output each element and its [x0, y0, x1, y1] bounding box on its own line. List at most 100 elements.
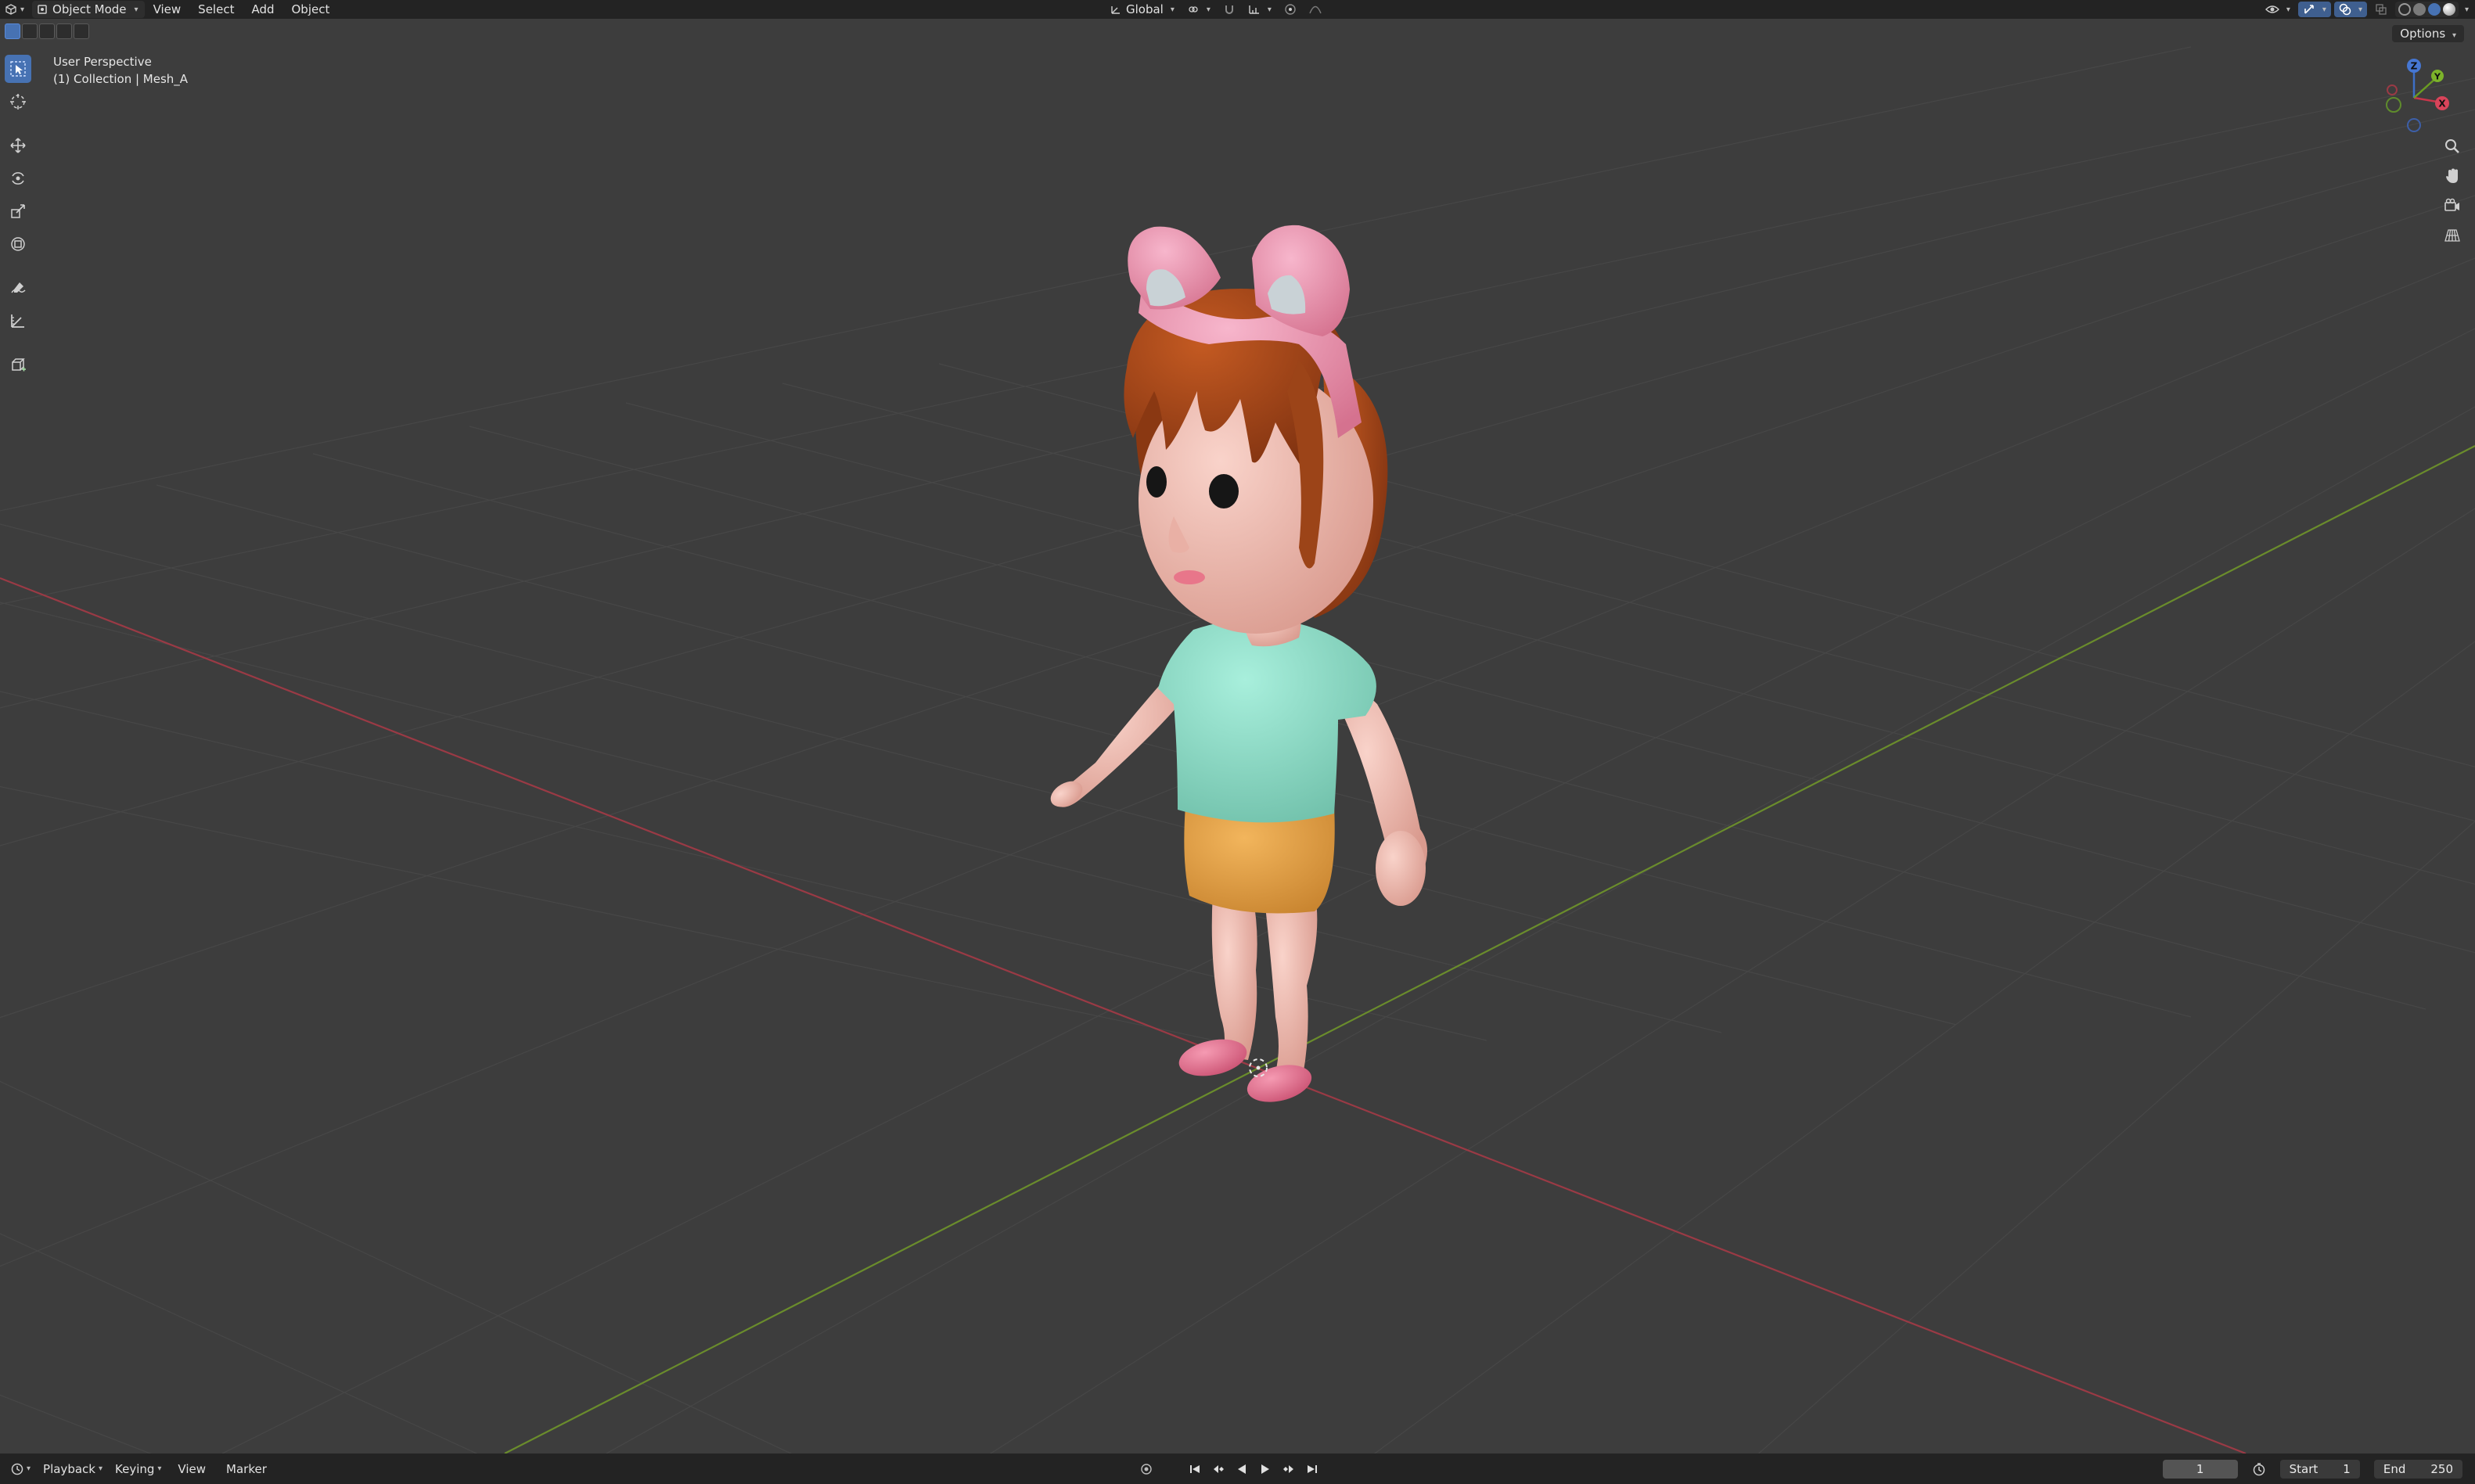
tool-rotate[interactable]	[5, 164, 31, 192]
gizmo-toggle[interactable]: ▾	[2297, 2, 2331, 17]
camera-icon	[2444, 197, 2461, 214]
timeline-view-menu[interactable]: View	[169, 1462, 214, 1476]
select-extend-icon[interactable]	[22, 23, 38, 39]
timeline-editor-type-button[interactable]: ▾	[6, 1461, 35, 1478]
gizmo-neg-x-icon[interactable]	[2387, 84, 2398, 95]
select-new-icon[interactable]	[5, 23, 20, 39]
end-frame-field[interactable]: End 250	[2373, 1459, 2462, 1479]
jump-to-end-button[interactable]	[1305, 1462, 1319, 1476]
gizmo-icon	[2303, 3, 2315, 16]
header-center-group: Global ▾ ▾ ▾	[1105, 0, 1326, 19]
current-frame-field[interactable]: 1	[2162, 1459, 2238, 1479]
play-button[interactable]	[1258, 1462, 1272, 1476]
move-icon	[9, 137, 27, 154]
toggle-perspective-button[interactable]	[2441, 224, 2464, 247]
play-reverse-icon	[1236, 1463, 1248, 1475]
tool-select-box[interactable]	[5, 55, 31, 83]
marker-menu[interactable]: Marker	[218, 1462, 275, 1476]
rotate-icon	[9, 170, 27, 187]
x-axis-line	[0, 577, 2247, 1453]
character-mesh[interactable]	[1046, 225, 1427, 1109]
stopwatch-icon[interactable]	[2252, 1462, 2266, 1476]
tool-transform[interactable]	[5, 230, 31, 258]
prev-keyframe-icon	[1212, 1463, 1225, 1475]
auto-keying-button[interactable]	[1139, 1462, 1153, 1476]
tool-cursor[interactable]	[5, 88, 31, 116]
select-intersect-icon[interactable]	[74, 23, 89, 39]
gizmo-neg-z-icon[interactable]	[2407, 118, 2421, 132]
playback-menu[interactable]: Playback ▾	[38, 1461, 107, 1478]
navigation-buttons	[2441, 135, 2464, 247]
snap-target-select[interactable]: ▾	[1243, 2, 1276, 17]
y-axis-line	[504, 445, 2475, 1453]
mode-select[interactable]: Object Mode ▾	[32, 1, 145, 18]
play-reverse-button[interactable]	[1235, 1462, 1249, 1476]
proportional-edit-toggle[interactable]	[1279, 2, 1301, 17]
tool-move[interactable]	[5, 131, 31, 160]
select-subtract-icon[interactable]	[39, 23, 55, 39]
menu-object[interactable]: Object	[283, 2, 339, 16]
clock-icon	[11, 1463, 23, 1475]
viewport-3d[interactable]	[0, 19, 2475, 1453]
zoom-button[interactable]	[2441, 135, 2464, 158]
solid-shading-icon[interactable]	[2412, 3, 2426, 16]
pan-button[interactable]	[2441, 164, 2464, 188]
jump-keyframe-back-button[interactable]	[1211, 1462, 1225, 1476]
shading-options-chevron-icon[interactable]: ▾	[2465, 5, 2469, 14]
start-frame-field[interactable]: Start 1	[2279, 1459, 2360, 1479]
jump-keyframe-forward-button[interactable]	[1282, 1462, 1296, 1476]
menu-add[interactable]: Add	[243, 2, 282, 16]
jump-to-start-button[interactable]	[1188, 1462, 1202, 1476]
chevron-down-icon: ▾	[1206, 5, 1211, 14]
xray-toggle[interactable]	[2370, 2, 2392, 17]
tool-header	[0, 23, 89, 42]
pivot-point-select[interactable]: ▾	[1182, 2, 1215, 17]
tool-measure[interactable]	[5, 307, 31, 335]
view3d-icon	[5, 3, 17, 16]
wireframe-shading-icon[interactable]	[2398, 3, 2411, 16]
transform-icon	[9, 235, 27, 253]
editor-type-button[interactable]: ▾	[0, 1, 29, 18]
add-cube-icon	[9, 356, 27, 373]
chevron-down-icon: ▾	[1170, 5, 1175, 14]
material-shading-icon[interactable]	[2427, 3, 2441, 16]
keying-menu[interactable]: Keying ▾	[110, 1461, 166, 1478]
options-button[interactable]: Options ▾	[2392, 25, 2464, 42]
chevron-down-icon: ▾	[157, 1464, 162, 1473]
next-keyframe-icon	[1282, 1463, 1295, 1475]
rendered-shading-icon[interactable]	[2442, 3, 2455, 16]
start-label: Start	[2289, 1461, 2319, 1476]
zoom-magnifier-icon	[2444, 138, 2461, 155]
xray-icon	[2375, 3, 2387, 16]
keying-menu-label: Keying	[115, 1461, 155, 1476]
grid-perspective-icon	[2444, 227, 2461, 244]
falloff-curve-icon	[1309, 3, 1322, 16]
playback-controls	[1139, 1453, 1319, 1484]
mode-select-label: Object Mode	[52, 2, 127, 16]
playback-menu-label: Playback	[43, 1461, 95, 1476]
gizmo-neg-y-icon[interactable]	[2386, 97, 2401, 113]
select-invert-icon[interactable]	[56, 23, 72, 39]
tool-annotate[interactable]	[5, 274, 31, 302]
overlay-icon	[2339, 3, 2351, 16]
jump-end-icon	[1306, 1463, 1318, 1475]
collection-label: (1) Collection | Mesh_A	[53, 72, 189, 86]
menu-view[interactable]: View	[145, 2, 190, 16]
overlay-toggle[interactable]: ▾	[2333, 2, 2367, 17]
snap-increment-icon	[1248, 3, 1261, 16]
chevron-down-icon: ▾	[20, 5, 25, 14]
proportional-falloff-select[interactable]	[1304, 2, 1326, 17]
transform-orientation-select[interactable]: Global ▾	[1105, 2, 1179, 17]
tool-scale[interactable]	[5, 197, 31, 225]
viewport-info-overlay: User Perspective (1) Collection | Mesh_A	[53, 53, 188, 88]
visibility-select[interactable]: ▾	[2261, 2, 2295, 17]
cursor-icon	[9, 93, 27, 110]
camera-view-button[interactable]	[2441, 194, 2464, 217]
end-value: 250	[2430, 1461, 2453, 1476]
timeline-bar: ▾ Playback ▾ Keying ▾ View Marker 1 Star…	[0, 1453, 2475, 1484]
tool-add-cube[interactable]	[5, 350, 31, 379]
navigation-gizmo[interactable]: Z X Y	[2375, 55, 2453, 136]
top-header: ▾ Object Mode ▾ View Select Add Object G…	[0, 0, 2475, 19]
snap-toggle[interactable]	[1218, 2, 1240, 17]
menu-select[interactable]: Select	[189, 2, 243, 16]
